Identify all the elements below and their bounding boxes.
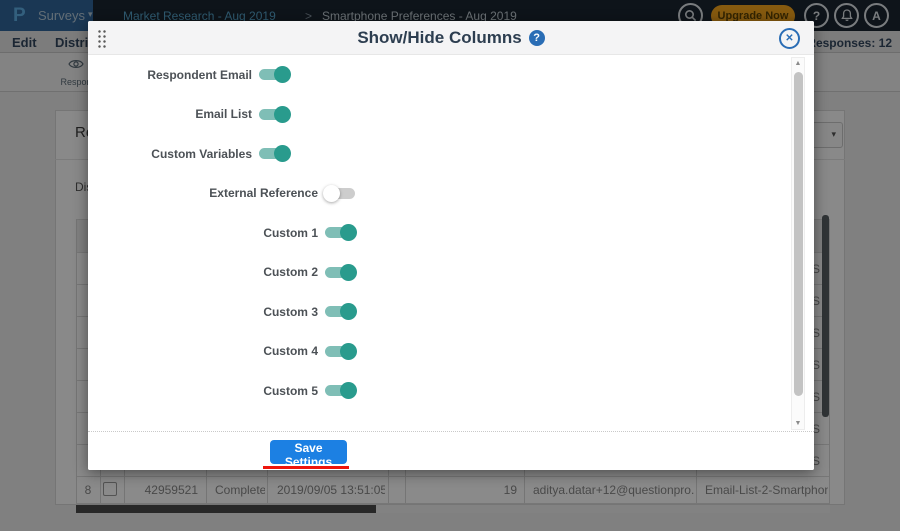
custom-1-toggle[interactable] (325, 224, 357, 242)
toggle-knob (340, 303, 357, 321)
toggle-row: Custom 1 (88, 213, 814, 253)
toggle-knob (274, 145, 291, 163)
modal-scrollbar[interactable]: ▲ ▼ (791, 57, 805, 430)
screen: P Surveys ▾ Market Research - Aug 2019 >… (0, 0, 900, 531)
custom-3-toggle[interactable] (325, 303, 357, 321)
toggle-label: Custom 2 (263, 265, 318, 280)
toggle-knob (340, 382, 357, 400)
toggle-list: Respondent Email Email List Custom Variabl… (88, 55, 814, 411)
toggle-knob (274, 105, 291, 123)
custom-2-toggle[interactable] (325, 263, 357, 281)
toggle-row: Custom Variables (88, 134, 814, 174)
toggle-knob (323, 184, 340, 202)
modal-header: Show/Hide Columns? ✕ (88, 21, 814, 55)
toggle-label: Custom 3 (263, 304, 318, 319)
respondent-email-toggle[interactable] (259, 66, 291, 84)
toggle-row: Custom 5 (88, 371, 814, 411)
scroll-down-icon[interactable]: ▼ (792, 420, 804, 427)
close-icon: ✕ (785, 33, 794, 44)
toggle-row: Custom 4 (88, 332, 814, 372)
custom-4-toggle[interactable] (325, 342, 357, 360)
toggle-knob (274, 66, 291, 84)
modal-help-icon[interactable]: ? (528, 30, 545, 46)
toggle-row: Email List (88, 95, 814, 135)
toggle-label: Custom 1 (263, 225, 318, 240)
save-settings-button[interactable]: Save Settings (270, 440, 347, 469)
toggle-knob (340, 342, 357, 360)
external-reference-toggle[interactable] (323, 184, 355, 202)
scroll-up-icon[interactable]: ▲ (792, 60, 804, 67)
toggle-row: External Reference (88, 174, 814, 214)
modal-footer: Save Settings (88, 431, 814, 470)
custom-variables-toggle[interactable] (259, 145, 291, 163)
annotation-underline (263, 466, 349, 469)
custom-5-toggle[interactable] (325, 382, 357, 400)
toggle-label: Email List (195, 107, 252, 122)
toggle-row: Custom 2 (88, 253, 814, 293)
toggle-knob (340, 263, 357, 281)
modal-title-text: Show/Hide Columns (357, 28, 522, 47)
show-hide-columns-modal: Show/Hide Columns? ✕ Respondent Email Ema… (88, 21, 814, 470)
modal-body: Respondent Email Email List Custom Variabl… (88, 55, 814, 431)
scrollbar-thumb[interactable] (794, 72, 803, 396)
toggle-label: Custom 4 (263, 344, 318, 359)
modal-close-button[interactable]: ✕ (779, 28, 800, 49)
toggle-label: Custom Variables (151, 146, 252, 161)
toggle-label: External Reference (209, 186, 318, 201)
email-list-toggle[interactable] (259, 105, 291, 123)
toggle-row: Custom 3 (88, 292, 814, 332)
toggle-label: Respondent Email (147, 67, 252, 82)
toggle-knob (340, 224, 357, 242)
toggle-row: Respondent Email (88, 55, 814, 95)
modal-title: Show/Hide Columns? (88, 28, 814, 48)
toggle-label: Custom 5 (263, 383, 318, 398)
